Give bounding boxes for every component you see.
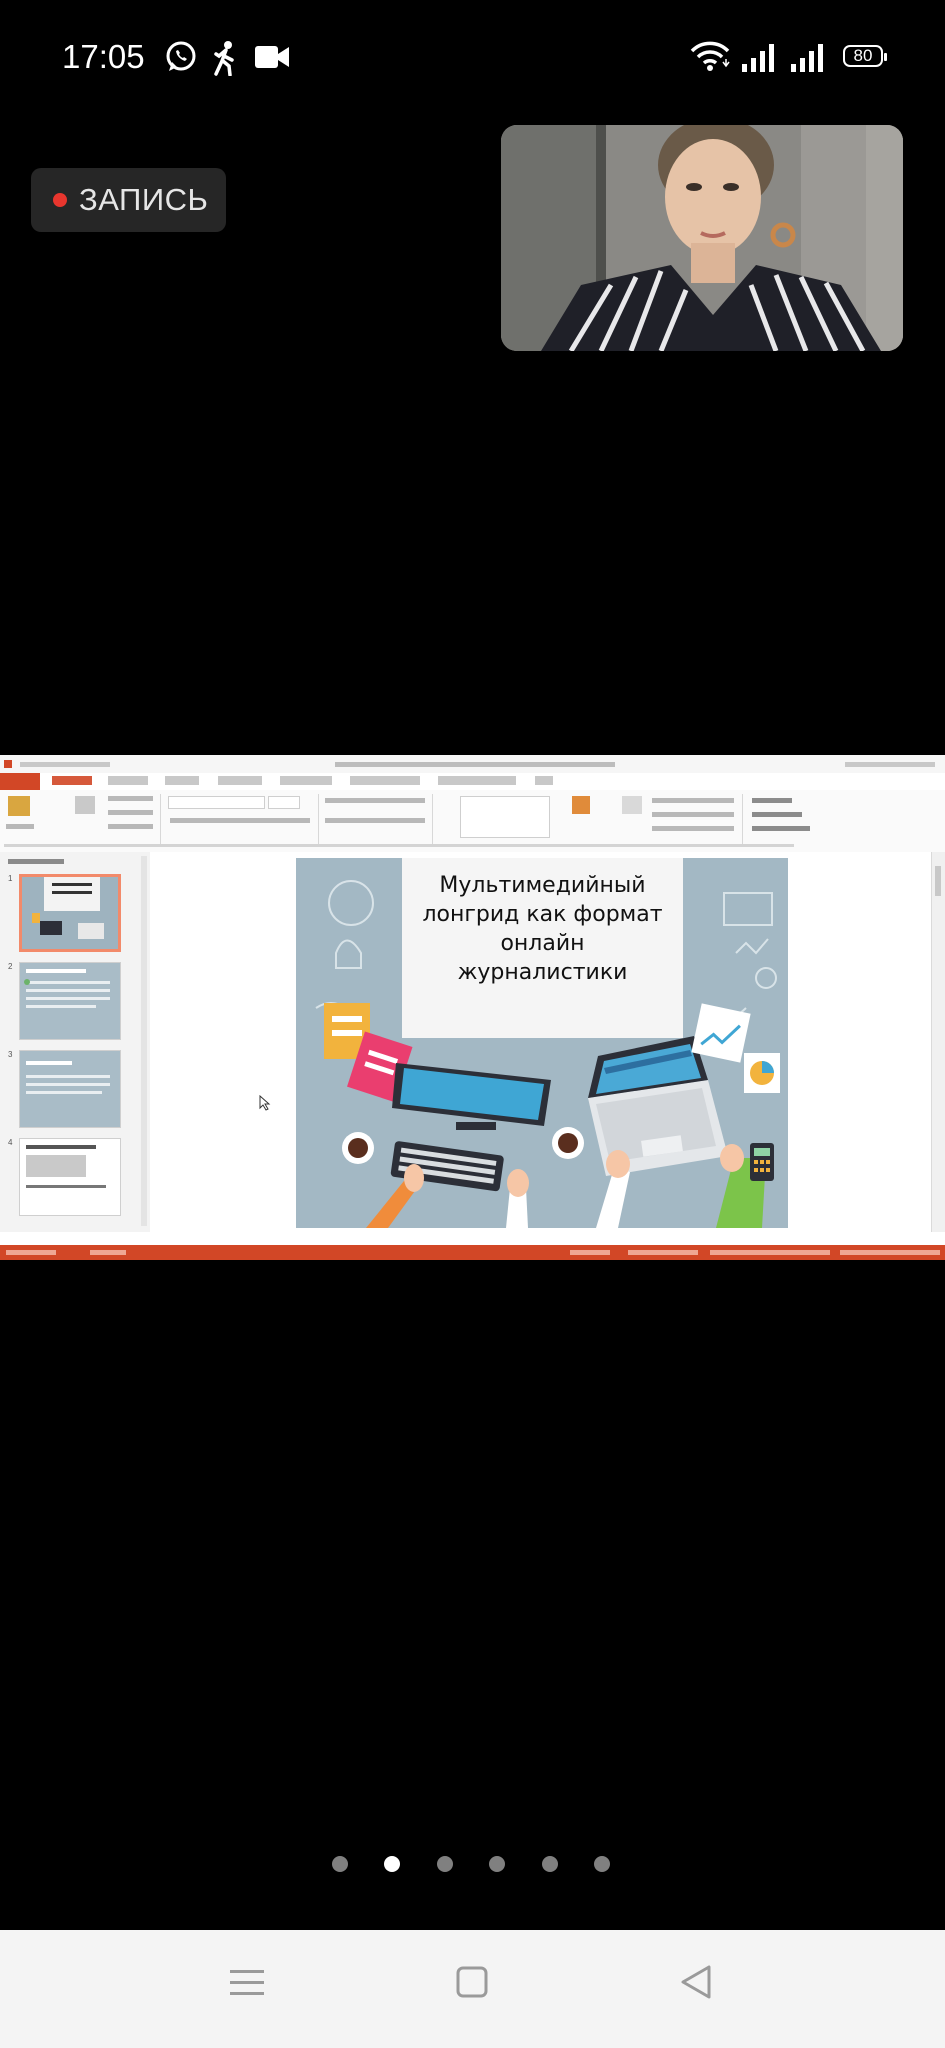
tab-file[interactable] bbox=[0, 773, 40, 790]
slide-thumbnail-3[interactable] bbox=[19, 1050, 121, 1128]
back-triangle-icon[interactable] bbox=[680, 1964, 712, 2000]
shape-fill-button[interactable] bbox=[652, 798, 734, 803]
ribbon-separator bbox=[432, 794, 433, 844]
signal-icon bbox=[791, 44, 823, 72]
ribbon-separator bbox=[160, 794, 161, 844]
font-format-buttons[interactable] bbox=[170, 818, 310, 823]
find-button[interactable] bbox=[752, 798, 792, 803]
mouse-cursor-icon bbox=[259, 1095, 271, 1111]
slide-thumbnail-4[interactable] bbox=[19, 1138, 121, 1216]
slide-number: 3 bbox=[8, 1050, 13, 1059]
recording-badge: ЗАПИСЬ bbox=[31, 168, 226, 232]
section-label bbox=[8, 859, 64, 864]
page-dot-active[interactable] bbox=[384, 1856, 400, 1872]
slide-title-placeholder[interactable]: Мультимедийный лонгрид как формат онлайн… bbox=[402, 858, 683, 1038]
slide-thumbnail-2[interactable] bbox=[19, 962, 121, 1040]
app-statusbar bbox=[0, 1245, 945, 1260]
participant-video[interactable] bbox=[501, 125, 903, 351]
status-bar: 17:05 80 bbox=[0, 0, 945, 116]
quick-styles-icon[interactable] bbox=[622, 796, 642, 814]
battery-indicator: 80 bbox=[843, 45, 887, 67]
recording-label: ЗАПИСЬ bbox=[79, 182, 209, 217]
ribbon-separator bbox=[318, 794, 319, 844]
video-camera-icon bbox=[255, 46, 289, 68]
system-navigation-bar bbox=[0, 1930, 945, 2048]
page-dot[interactable] bbox=[489, 1856, 505, 1872]
view-buttons[interactable] bbox=[710, 1250, 830, 1255]
replace-button[interactable] bbox=[752, 812, 802, 817]
wifi-icon bbox=[690, 41, 730, 71]
slide-number: 4 bbox=[8, 1138, 13, 1147]
signal-icon bbox=[742, 44, 774, 72]
notes-button[interactable] bbox=[570, 1250, 610, 1255]
battery-level: 80 bbox=[853, 46, 873, 65]
new-slide-icon[interactable] bbox=[75, 796, 95, 814]
editor-scrollbar[interactable] bbox=[931, 852, 945, 1232]
page-dot[interactable] bbox=[594, 1856, 610, 1872]
comments-button[interactable] bbox=[628, 1250, 698, 1255]
quick-access-toolbar[interactable] bbox=[20, 762, 110, 767]
tab-slideshow[interactable] bbox=[350, 776, 420, 785]
layout-button bbox=[108, 796, 153, 801]
slide-title: Мультимедийный лонгрид как формат онлайн… bbox=[422, 873, 663, 985]
reset-button bbox=[108, 810, 153, 815]
powerpoint-app-icon bbox=[4, 760, 12, 768]
ribbon-tabs bbox=[0, 773, 945, 790]
page-dot[interactable] bbox=[437, 1856, 453, 1872]
recording-dot-icon bbox=[53, 193, 67, 207]
walking-person-icon bbox=[214, 41, 234, 76]
tab-home[interactable] bbox=[52, 776, 92, 785]
slide-number: 2 bbox=[8, 962, 13, 971]
shape-effects-button[interactable] bbox=[652, 826, 734, 831]
page-dot[interactable] bbox=[332, 1856, 348, 1872]
paste-button-label bbox=[6, 824, 34, 829]
slide-thumbnail-1[interactable] bbox=[19, 874, 121, 952]
shapes-gallery[interactable] bbox=[460, 796, 550, 838]
alignment-buttons[interactable] bbox=[325, 818, 425, 823]
paragraph-buttons[interactable] bbox=[325, 798, 425, 803]
paste-icon[interactable] bbox=[8, 796, 30, 816]
slide-canvas[interactable]: Мультимедийный лонгрид как формат онлайн… bbox=[296, 858, 788, 1228]
ribbon-group-labels bbox=[4, 844, 794, 847]
scroll-thumb[interactable] bbox=[935, 866, 941, 896]
tab-transitions[interactable] bbox=[218, 776, 262, 785]
slide-number: 1 bbox=[8, 874, 13, 883]
window-titlebar bbox=[0, 755, 945, 773]
slide-editor[interactable]: Мультимедийный лонгрид как формат онлайн… bbox=[150, 852, 945, 1232]
language-indicator bbox=[90, 1250, 126, 1255]
clock: 17:05 bbox=[62, 38, 145, 75]
font-size-select[interactable] bbox=[268, 796, 300, 809]
shared-screen[interactable]: 1 2 3 4 Мультимедийный лонгрид как форма… bbox=[0, 755, 945, 1260]
arrange-icon[interactable] bbox=[572, 796, 590, 814]
thumbnails-scrollbar[interactable] bbox=[141, 856, 147, 1226]
slide-thumbnails-pane[interactable]: 1 2 3 4 bbox=[0, 852, 151, 1232]
tab-design[interactable] bbox=[165, 776, 199, 785]
ribbon-separator bbox=[742, 794, 743, 844]
section-button bbox=[108, 824, 153, 829]
menu-icon[interactable] bbox=[230, 1968, 264, 1998]
tab-view[interactable] bbox=[535, 776, 553, 785]
slide-counter bbox=[6, 1250, 56, 1255]
window-title bbox=[335, 762, 615, 767]
whatsapp-icon bbox=[166, 41, 196, 71]
ribbon-toolbar bbox=[0, 790, 945, 853]
tab-animations[interactable] bbox=[280, 776, 332, 785]
zoom-slider[interactable] bbox=[840, 1250, 940, 1255]
tab-insert[interactable] bbox=[108, 776, 148, 785]
font-family-select[interactable] bbox=[168, 796, 265, 809]
window-controls[interactable] bbox=[845, 762, 935, 767]
shape-outline-button[interactable] bbox=[652, 812, 734, 817]
home-square-icon[interactable] bbox=[456, 1966, 488, 1998]
select-button[interactable] bbox=[752, 826, 810, 831]
page-dot[interactable] bbox=[542, 1856, 558, 1872]
participant-video-frame bbox=[501, 125, 903, 351]
page-indicator bbox=[0, 1854, 945, 1874]
tab-review[interactable] bbox=[438, 776, 516, 785]
